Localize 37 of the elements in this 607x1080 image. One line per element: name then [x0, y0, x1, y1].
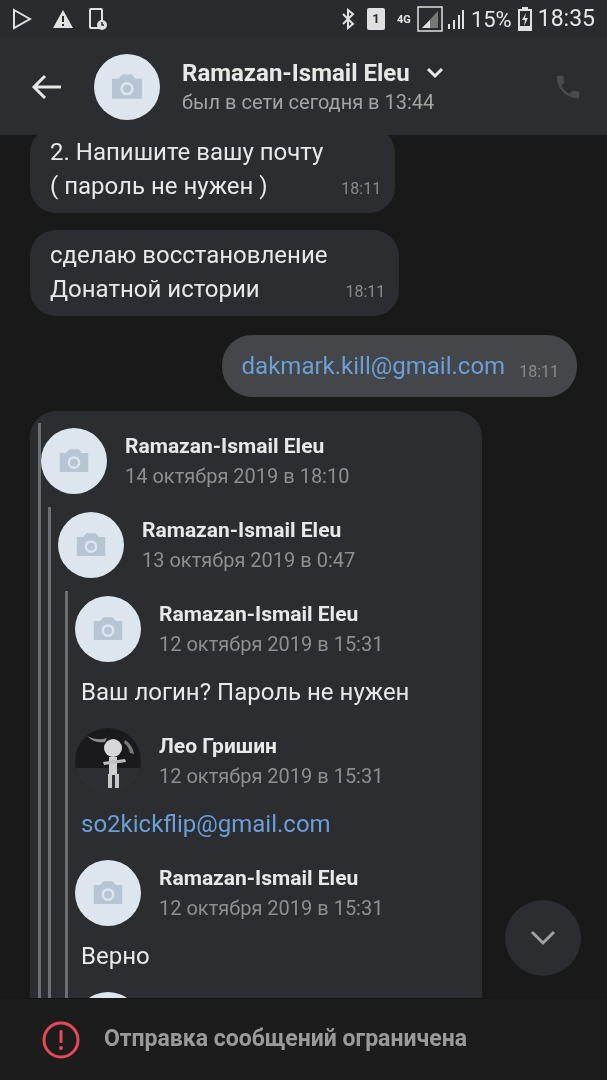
sim-icon: 1: [367, 8, 386, 30]
message-date: 14 октября 2019 в 18:10: [125, 463, 350, 490]
battery-charging-icon: [517, 7, 532, 31]
message-time: 18:11: [519, 361, 559, 383]
chevron-down-icon: [530, 930, 556, 946]
signal-icon: [416, 6, 443, 32]
back-icon: [31, 73, 63, 100]
battery-percent: 15%: [470, 5, 512, 34]
message-date: 12 октября 2019 в 15:31: [159, 763, 384, 790]
last-seen: был в сети сегодня в 13:44: [182, 88, 436, 116]
message-time: 18:11: [345, 281, 386, 303]
email-link[interactable]: dakmark.kill@gmail.com: [241, 348, 506, 384]
chevron-down-icon[interactable]: [425, 66, 444, 79]
author-name: Ramazan-Ismail Eleu: [142, 517, 343, 544]
bluetooth-icon: [341, 8, 356, 30]
play-store-icon: [12, 8, 32, 30]
signal-icon: [446, 8, 465, 30]
message-date: 12 октября 2019 в 15:31: [159, 895, 384, 922]
phone-clock-icon: [88, 7, 108, 31]
message-text: 2. Напишите вашу почту ( пароль не нужен ): [50, 137, 324, 202]
contact-name[interactable]: Ramazan-Ismail Eleu: [182, 57, 410, 88]
warning-icon: [52, 9, 74, 29]
message-time: 18:11: [341, 178, 382, 200]
message-text: сделаю восстановление Донатной истории: [50, 240, 328, 305]
author-name: Ramazan-Ismail Eleu: [125, 433, 326, 460]
restriction-notice: Отправка сообщений ограничена: [104, 1024, 467, 1055]
message-text: Верно: [81, 941, 151, 972]
network-type: 4G: [397, 13, 411, 25]
message-date: 12 октября 2019 в 15:31: [159, 631, 384, 658]
clock: 18:35: [537, 3, 595, 34]
message-text: Ваш логин? Пароль не нужен: [81, 677, 411, 708]
author-name: Ramazan-Ismail Eleu: [159, 601, 360, 628]
alert-icon: [42, 1020, 80, 1059]
author-name: Ramazan-Ismail Eleu: [159, 865, 360, 892]
author-name: Лео Гришин: [159, 733, 278, 760]
email-link[interactable]: so2kickflip@gmail.com: [81, 807, 331, 841]
message-date: 13 октября 2019 в 0:47: [142, 547, 356, 574]
